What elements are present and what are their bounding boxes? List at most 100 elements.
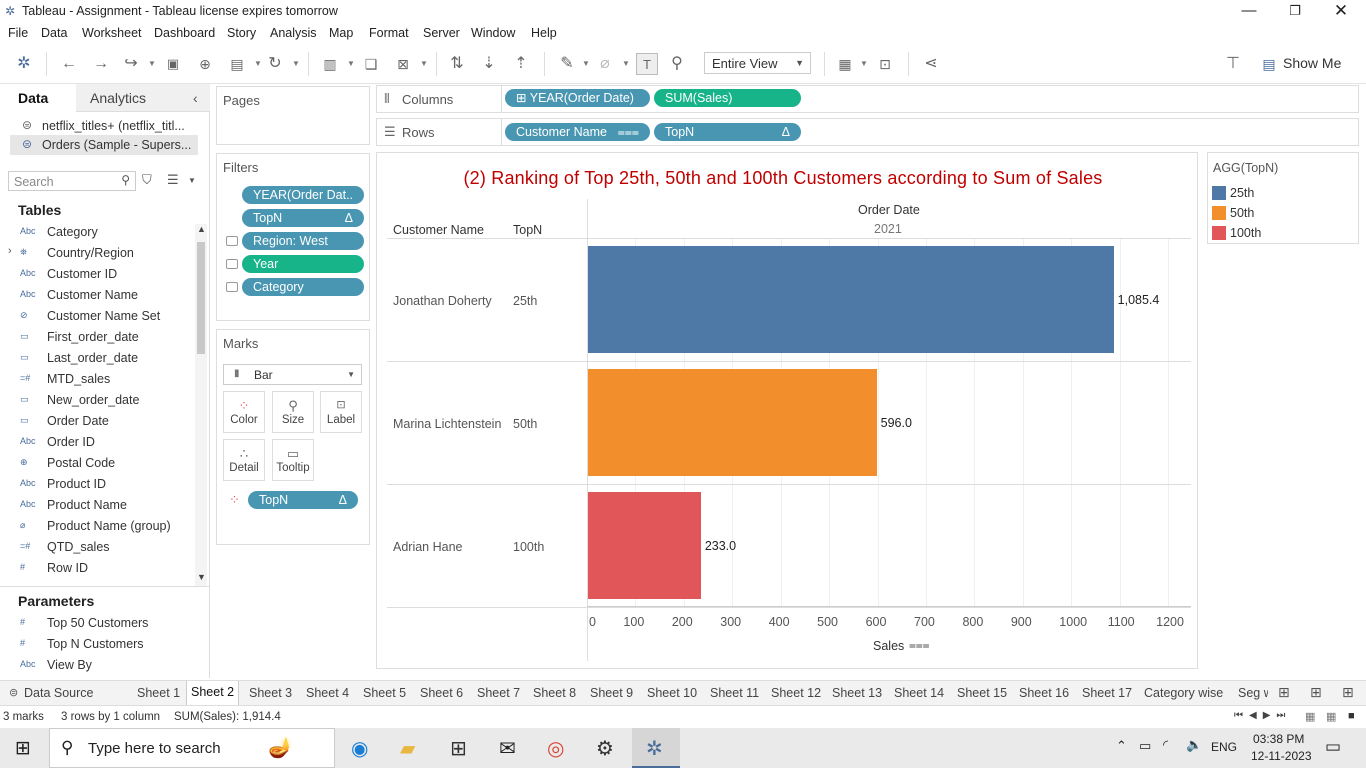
store-icon[interactable]: ⊞ [450, 736, 467, 761]
marks-size-button[interactable]: ⚲ Size [272, 391, 314, 433]
tab-sheet-17[interactable]: Sheet 17 [1082, 686, 1132, 700]
file-explorer-icon[interactable]: ▰ [400, 736, 415, 761]
field-item[interactable]: =# QTD_sales [0, 537, 196, 558]
bar-50th[interactable] [588, 369, 877, 476]
legend-label-25th[interactable]: 25th [1230, 186, 1254, 200]
field-item[interactable]: # Top N Customers [0, 634, 196, 655]
field-item[interactable]: ⌀ Product Name (group) [0, 516, 196, 537]
pin-icon[interactable]: ⚲ [666, 53, 688, 75]
mark-type-dropdown[interactable]: ▮ Bar ▼ [223, 364, 362, 385]
legend-swatch-50th[interactable] [1212, 206, 1226, 220]
field-item[interactable]: Abc View By [0, 655, 196, 676]
refresh-icon[interactable]: ↻ [264, 53, 286, 75]
duplicate-icon[interactable]: ❏ [360, 53, 382, 75]
field-item[interactable]: Abc Customer Name [0, 285, 196, 306]
tab-sheet-16[interactable]: Sheet 16 [1019, 686, 1069, 700]
datasource-orders[interactable]: ⊜ Orders (Sample - Supers... [10, 135, 198, 155]
view-filmstrip-icon[interactable]: ■ [1348, 710, 1355, 722]
clock-date[interactable]: 12-11-2023 [1251, 749, 1312, 763]
field-item[interactable]: Abc Order ID [0, 432, 196, 453]
tableau-home-icon[interactable]: ✲ [13, 53, 35, 75]
save-icon[interactable]: ▣ [162, 53, 184, 75]
marks-pill-topn[interactable]: TopN Δ [248, 491, 358, 509]
show-me-label[interactable]: Show Me [1283, 55, 1341, 71]
edge-icon[interactable]: ◉ [351, 736, 368, 761]
show-mark-labels-icon[interactable]: T [636, 53, 658, 75]
undo-icon[interactable]: ← [58, 53, 80, 75]
scrollbar[interactable]: ▲ ▼ [195, 224, 207, 586]
x-axis-title[interactable]: Sales [873, 639, 904, 653]
filter-pill-region[interactable]: Region: West [242, 232, 364, 250]
wifi-icon[interactable]: ◜ [1163, 737, 1168, 753]
menu-dashboard[interactable]: Dashboard [154, 26, 215, 40]
search-input[interactable]: Search ⚲ [8, 171, 136, 191]
filter-pill-year-order-date[interactable]: YEAR(Order Dat.. [242, 186, 364, 204]
menu-file[interactable]: File [8, 26, 28, 40]
marks-color-button[interactable]: ⁘ Color [223, 391, 265, 433]
rows-pill-topn[interactable]: TopN Δ [654, 123, 801, 141]
windows-start-icon[interactable]: ⊞ [15, 737, 31, 760]
menu-window[interactable]: Window [471, 26, 515, 40]
view-list-icon[interactable]: ▦ [1326, 710, 1336, 723]
field-item[interactable]: =# MTD_sales [0, 369, 196, 390]
field-item[interactable]: ▭ Last_order_date [0, 348, 196, 369]
field-item[interactable]: Abc Product Name [0, 495, 196, 516]
pages-card[interactable]: Pages [216, 86, 370, 145]
attach-icon[interactable]: ⌀ [594, 53, 616, 75]
rows-pill-customer-name[interactable]: Customer Name ⩶ [505, 123, 650, 141]
chevron-up-icon[interactable]: ⌃ [1116, 738, 1127, 754]
presentation-icon[interactable]: ⊡ [874, 53, 896, 75]
settings-icon[interactable]: ⚙ [596, 736, 614, 761]
bar-chart-plot[interactable]: 0 100 200 300 400 500 600 700 800 900 1000 1100 1200… [377, 153, 1199, 670]
redo-icon[interactable]: → [90, 53, 112, 75]
menu-story[interactable]: Story [227, 26, 256, 40]
legend-swatch-25th[interactable] [1212, 186, 1226, 200]
tab-sheet-13[interactable]: Sheet 13 [832, 686, 882, 700]
pause-updates-icon[interactable]: ▤ [226, 53, 248, 75]
clock-time[interactable]: 03:38 PM [1253, 732, 1304, 746]
new-worksheet-icon[interactable]: ▥ [319, 53, 341, 75]
tab-data-source[interactable]: Data Source [24, 686, 93, 700]
field-item[interactable]: ▭ Order Date [0, 411, 196, 432]
tab-sheet-11[interactable]: Sheet 11 [710, 686, 759, 700]
legend-label-50th[interactable]: 50th [1230, 206, 1254, 220]
field-item[interactable]: ⊕ Postal Code [0, 453, 196, 474]
columns-pill-year-order-date[interactable]: ⊞ YEAR(Order Date) [505, 89, 650, 107]
sort-icon[interactable]: ⩶ [909, 638, 930, 653]
clear-sheet-icon[interactable]: ⊠ [392, 53, 414, 75]
legend-swatch-100th[interactable] [1212, 226, 1226, 240]
sheet-navigation-icon[interactable]: ⏮◀▶⏭ [1234, 710, 1291, 721]
new-story-icon[interactable]: ⊞ [1342, 684, 1354, 701]
legend-label-100th[interactable]: 100th [1230, 226, 1261, 240]
restore-icon[interactable]: ❐ [1272, 0, 1318, 24]
tab-sheet-2[interactable]: Sheet 2 [186, 681, 240, 705]
new-datasource-icon[interactable]: ⊕ [194, 53, 216, 75]
collapse-icon[interactable]: ‹ [193, 90, 198, 106]
tab-sheet-3[interactable]: Sheet 3 [249, 686, 292, 700]
field-item[interactable]: Abc Product ID [0, 474, 196, 495]
taskbar-search[interactable]: ⚲ Type here to search 🪔 [49, 728, 335, 768]
tab-data[interactable]: Data [18, 90, 48, 106]
tab-sheet-8[interactable]: Sheet 8 [533, 686, 576, 700]
language-indicator[interactable]: ENG [1211, 740, 1237, 754]
menu-format[interactable]: Format [369, 26, 409, 40]
notifications-icon[interactable]: ▭ [1325, 737, 1341, 757]
tab-sheet-5[interactable]: Sheet 5 [363, 686, 406, 700]
bar-100th[interactable] [588, 492, 701, 599]
mail-icon[interactable]: ✉ [499, 736, 516, 761]
chrome-icon[interactable]: ◎ [547, 736, 564, 761]
marks-label-button[interactable]: ⊡ Label [320, 391, 362, 433]
tab-sheet-1[interactable]: Sheet 1 [137, 686, 180, 700]
field-item[interactable]: # Row ID [0, 558, 196, 579]
minimize-icon[interactable]: — [1226, 0, 1272, 24]
view-options-icon[interactable]: ☰ [167, 172, 179, 188]
view-grid-icon[interactable]: ▦ [1305, 710, 1315, 723]
tab-sheet-12[interactable]: Sheet 12 [771, 686, 821, 700]
sort-ascending-icon[interactable]: ⇣ [478, 53, 500, 75]
field-item[interactable]: ⊘ Customer Name Set [0, 306, 196, 327]
worksheet-view[interactable]: (2) Ranking of Top 25th, 50th and 100th … [376, 152, 1198, 669]
marks-detail-button[interactable]: ∴ Detail [223, 439, 265, 481]
menu-data[interactable]: Data [41, 26, 67, 40]
close-icon[interactable]: ✕ [1318, 0, 1364, 24]
tab-category-wise[interactable]: Category wise [1144, 686, 1223, 700]
